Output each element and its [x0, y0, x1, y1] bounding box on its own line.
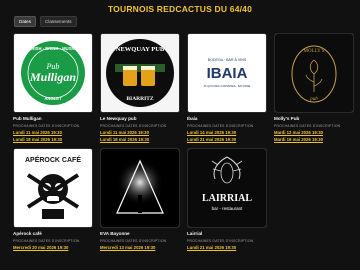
venue-card[interactable]: EVA Bayonne PROCHAINES DATES D'INSCRIPTI… — [100, 148, 180, 258]
date-link[interactable]: Lundi 18 mai 2026 19:30 — [100, 137, 180, 142]
logo-text: 45 QUAI DES CORSAIRES · BAYONNE — [204, 84, 251, 88]
venue-logo[interactable]: NEWQUAY PUB BIARRITZ — [100, 33, 180, 113]
date-link[interactable]: Lundi 11 mai 2026 19:30 — [13, 130, 93, 135]
logo-text: BODEGA · BAR À VINS — [208, 58, 247, 62]
lairrial-logo: LAIRRIAL bar - restaurant — [188, 149, 266, 227]
date-link[interactable]: Lundi 11 mai 2026 19:30 — [100, 130, 180, 135]
eva-bayonne-logo — [101, 149, 179, 227]
venue-logo[interactable] — [100, 148, 180, 228]
venue-subtitle: PROCHAINES DATES D'INSCRIPTION — [187, 124, 254, 128]
venue-grid: IRISH · DRINK · MUSIC Pub Mulligan ANGLE… — [13, 33, 354, 258]
venue-logo[interactable]: IRISH · DRINK · MUSIC Pub Mulligan ANGLE… — [13, 33, 93, 113]
venue-logo[interactable]: APÉROCK CAFÉ — [13, 148, 93, 228]
logo-text: IRISH · DRINK · MUSIC — [30, 46, 75, 51]
venue-subtitle: PROCHAINES DATES D'INSCRIPTION — [187, 239, 254, 243]
ibaia-logo: BODEGA · BAR À VINS IBAIA 45 QUAI DES CO… — [188, 34, 266, 112]
logo-text: APÉROCK CAFÉ — [25, 155, 81, 164]
date-link[interactable]: Mardi 12 mai 2026 19:30 — [274, 130, 354, 135]
venue-name: Molly's Pub — [274, 116, 300, 121]
venue-card[interactable]: LAIRRIAL bar - restaurant Lairrial PROCH… — [187, 148, 267, 258]
logo-text: NEWQUAY PUB — [116, 46, 165, 53]
date-link[interactable]: Lundi 21 mai 2026 19:30 — [187, 137, 267, 142]
logo-text: Mulligan — [29, 70, 76, 84]
venue-card[interactable]: NEWQUAY PUB BIARRITZ Le Newquay pub PROC… — [100, 33, 180, 143]
venue-logo[interactable]: BODEGA · BAR À VINS IBAIA 45 QUAI DES CO… — [187, 33, 267, 113]
logo-text: IBAIA — [207, 65, 248, 82]
aperock-cafe-logo: APÉROCK CAFÉ — [14, 149, 92, 227]
venue-subtitle: PROCHAINES DATES D'INSCRIPTION — [100, 124, 167, 128]
venue-logo[interactable]: MOLLY'S pub — [274, 33, 354, 113]
date-link[interactable]: Lundi 21 mai 2026 19:30 — [187, 245, 267, 250]
venue-subtitle: PROCHAINES DATES D'INSCRIPTION — [13, 239, 80, 243]
venue-subtitle: PROCHAINES DATES D'INSCRIPTION — [100, 239, 167, 243]
tab-classements[interactable]: Classements — [40, 16, 77, 27]
venue-card[interactable]: BODEGA · BAR À VINS IBAIA 45 QUAI DES CO… — [187, 33, 267, 143]
venue-card[interactable]: MOLLY'S pub Molly's Pub PROCHAINES DATES… — [274, 33, 354, 143]
venue-name: Apérock café — [13, 231, 42, 236]
page-title: TOURNOIS REDCACTUS DU 64/40 — [107, 4, 253, 14]
logo-text: pub — [309, 97, 318, 102]
date-link[interactable]: Lundi 14 mai 2026 19:30 — [187, 130, 267, 135]
tab-dates[interactable]: Dates — [14, 16, 37, 27]
venue-subtitle: PROCHAINES DATES D'INSCRIPTION — [274, 124, 341, 128]
date-link[interactable]: Mardi 19 mai 2026 19:30 — [274, 137, 354, 142]
newquay-pub-logo: NEWQUAY PUB BIARRITZ — [101, 34, 179, 112]
venue-name: Ibaia — [187, 116, 198, 121]
logo-text: bar - restaurant — [212, 206, 244, 211]
venue-subtitle: PROCHAINES DATES D'INSCRIPTION — [13, 124, 80, 128]
date-link[interactable]: Mercredi 20 mai 2026 19:30 — [13, 245, 93, 250]
date-link[interactable]: Lundi 18 mai 2026 19:30 — [13, 137, 93, 142]
venue-card[interactable]: IRISH · DRINK · MUSIC Pub Mulligan ANGLE… — [13, 33, 93, 143]
date-link[interactable]: Mercredi 13 mai 2026 19:30 — [100, 245, 180, 250]
venue-name: Pub Mulligan — [13, 116, 42, 121]
venue-name: Le Newquay pub — [100, 116, 137, 121]
venue-name: Lairrial — [187, 231, 203, 236]
venue-name: EVA Bayonne — [100, 231, 130, 236]
logo-text: MOLLY'S — [304, 49, 325, 54]
venue-logo[interactable]: LAIRRIAL bar - restaurant — [187, 148, 267, 228]
view-tabs: Dates Classements — [14, 16, 77, 27]
logo-text: ANGLET — [44, 96, 62, 101]
logo-text: LAIRRIAL — [202, 193, 252, 204]
pub-mulligan-logo: IRISH · DRINK · MUSIC Pub Mulligan ANGLE… — [14, 34, 92, 112]
logo-text: BIARRITZ — [126, 96, 154, 102]
venue-card[interactable]: APÉROCK CAFÉ Apérock café PROCHAINES DAT… — [13, 148, 93, 258]
mollys-pub-logo: MOLLY'S pub — [275, 34, 353, 112]
